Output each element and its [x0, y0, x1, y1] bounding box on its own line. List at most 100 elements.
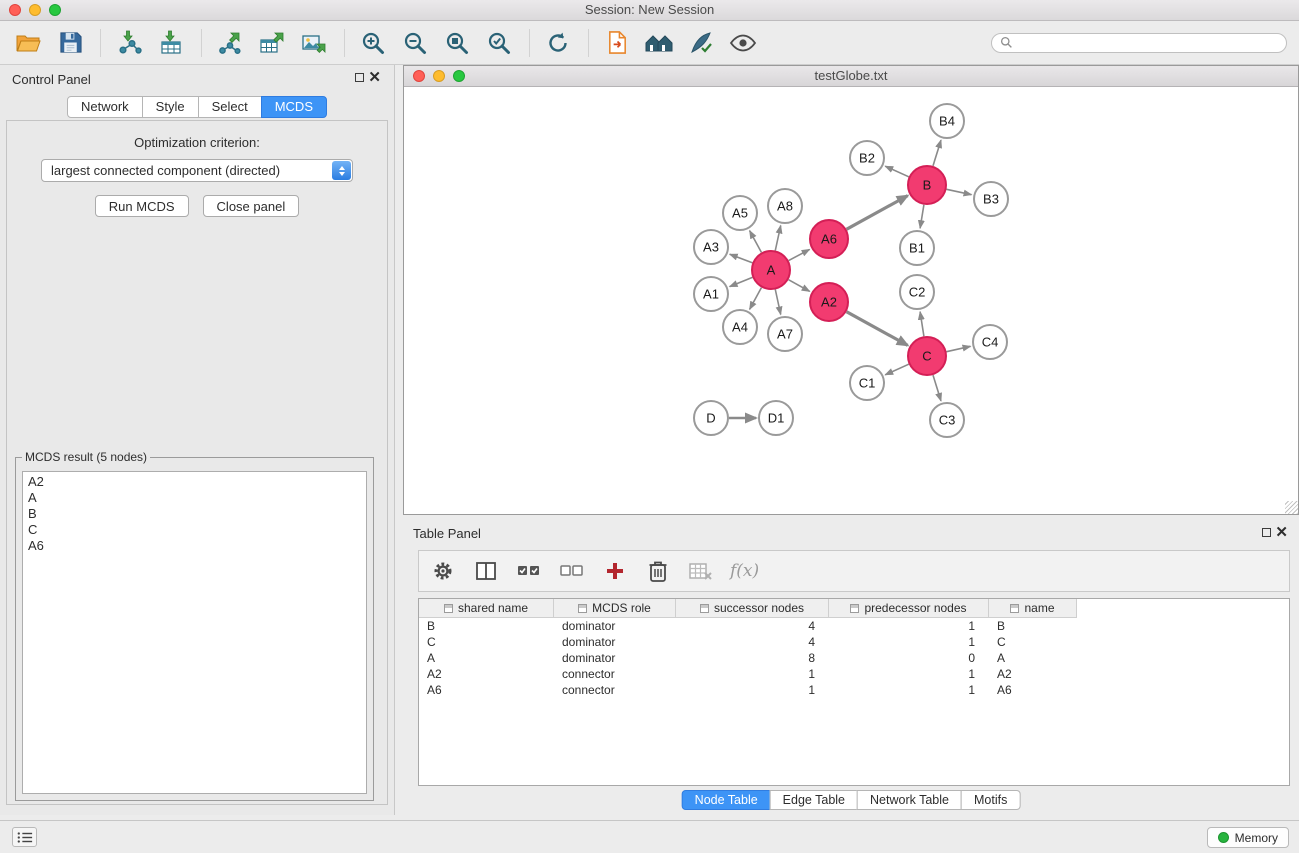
mcds-result-item[interactable]: C [28, 522, 361, 538]
table-cell[interactable]: 4 [676, 618, 829, 634]
column-header-predecessor-nodes[interactable]: predecessor nodes [829, 599, 989, 618]
graph-node-A4[interactable]: A4 [723, 310, 757, 344]
select-all-button[interactable] [515, 557, 543, 585]
graph-node-B2[interactable]: B2 [850, 141, 884, 175]
graph-node-B4[interactable]: B4 [930, 104, 964, 138]
graph-edge-B-B4[interactable] [933, 140, 941, 166]
table-cell[interactable]: B [419, 618, 554, 634]
import-table-button[interactable] [153, 25, 189, 61]
graph-edge-B-B2[interactable] [885, 166, 909, 177]
table-cell[interactable]: connector [554, 666, 676, 682]
table-row[interactable]: A2connector11A2 [419, 666, 1289, 682]
zoom-network-window-button[interactable] [453, 70, 465, 82]
graph-node-B1[interactable]: B1 [900, 231, 934, 265]
table-row[interactable]: Bdominator41B [419, 618, 1289, 634]
table-cell[interactable]: 1 [676, 666, 829, 682]
graph-node-D[interactable]: D [694, 401, 728, 435]
table-row[interactable]: Cdominator41C [419, 634, 1289, 650]
table-cell[interactable]: B [989, 618, 1077, 634]
table-cell[interactable]: C [989, 634, 1077, 650]
graph-node-A2[interactable]: A2 [810, 283, 848, 321]
graph-edge-B-B1[interactable] [920, 205, 924, 228]
graph-edge-A2-C[interactable] [847, 312, 908, 346]
graph-node-C2[interactable]: C2 [900, 275, 934, 309]
table-cell[interactable]: A6 [419, 682, 554, 698]
table-row[interactable]: Adominator80A [419, 650, 1289, 666]
minimize-network-window-button[interactable] [433, 70, 445, 82]
criterion-dropdown[interactable]: largest connected component (directed) [41, 159, 353, 182]
graph-node-A1[interactable]: A1 [694, 277, 728, 311]
show-columns-button[interactable] [472, 557, 500, 585]
table-cell[interactable]: 4 [676, 634, 829, 650]
graph-edge-A-A1[interactable] [730, 277, 753, 286]
network-canvas[interactable]: B4B2BB3A5A8A6A3B1AC2A1A2A4A7C4CC1C3DD1 [404, 88, 1298, 514]
table-cell[interactable]: dominator [554, 618, 676, 634]
table-cell[interactable]: 1 [829, 682, 989, 698]
table-cell[interactable]: A2 [989, 666, 1077, 682]
graph-edge-C-C2[interactable] [920, 312, 924, 336]
table-cell[interactable]: C [419, 634, 554, 650]
graph-node-A7[interactable]: A7 [768, 317, 802, 351]
graph-edge-A-A7[interactable] [775, 290, 780, 315]
show-details-button[interactable] [725, 25, 761, 61]
mcds-result-item[interactable]: A2 [28, 474, 361, 490]
zoom-in-button[interactable] [355, 25, 391, 61]
control-panel-close-icon[interactable]: ✕ [368, 69, 381, 87]
import-network-button[interactable] [111, 25, 147, 61]
graph-edge-A-A6[interactable] [789, 249, 810, 260]
graph-edge-C-C1[interactable] [885, 364, 909, 375]
table-cell[interactable]: dominator [554, 634, 676, 650]
run-mcds-button[interactable]: Run MCDS [95, 195, 189, 217]
table-cell[interactable]: 8 [676, 650, 829, 666]
zoom-selected-button[interactable] [481, 25, 517, 61]
graph-edge-A6-B[interactable] [847, 196, 908, 230]
function-builder-button[interactable]: f(x) [730, 557, 759, 585]
tab-style[interactable]: Style [142, 96, 199, 118]
home-button[interactable] [641, 25, 677, 61]
graph-node-C1[interactable]: C1 [850, 366, 884, 400]
refresh-button[interactable] [540, 25, 576, 61]
graph-edge-A-A4[interactable] [750, 288, 762, 310]
tab-network-table[interactable]: Network Table [857, 790, 962, 810]
task-history-button[interactable] [12, 827, 37, 847]
mcds-result-item[interactable]: A [28, 490, 361, 506]
zoom-fit-button[interactable] [439, 25, 475, 61]
column-header-MCDS-role[interactable]: MCDS role [554, 599, 676, 618]
network-graph[interactable]: B4B2BB3A5A8A6A3B1AC2A1A2A4A7C4CC1C3DD1 [404, 88, 1298, 514]
export-network-button[interactable] [212, 25, 248, 61]
delete-table-button[interactable] [687, 557, 715, 585]
table-panel-float-icon[interactable] [1262, 528, 1271, 537]
delete-row-button[interactable] [644, 557, 672, 585]
zoom-out-button[interactable] [397, 25, 433, 61]
export-image-button[interactable] [296, 25, 332, 61]
graph-node-C4[interactable]: C4 [973, 325, 1007, 359]
mcds-result-item[interactable]: A6 [28, 538, 361, 554]
graph-edge-A-A2[interactable] [789, 280, 810, 292]
graph-node-A[interactable]: A [752, 251, 790, 289]
graph-node-A6[interactable]: A6 [810, 220, 848, 258]
table-cell[interactable]: connector [554, 682, 676, 698]
column-header-name[interactable]: name [989, 599, 1077, 618]
table-options-button[interactable] [429, 557, 457, 585]
graph-node-B3[interactable]: B3 [974, 182, 1008, 216]
memory-button[interactable]: Memory [1207, 827, 1289, 848]
graph-node-A5[interactable]: A5 [723, 196, 757, 230]
control-panel-float-icon[interactable] [355, 73, 364, 82]
close-network-window-button[interactable] [413, 70, 425, 82]
close-window-button[interactable] [9, 4, 21, 16]
tab-network[interactable]: Network [67, 96, 143, 118]
graph-edge-C-C4[interactable] [947, 346, 971, 351]
table-cell[interactable]: A6 [989, 682, 1077, 698]
export-table-button[interactable] [254, 25, 290, 61]
tab-edge-table[interactable]: Edge Table [770, 790, 858, 810]
column-header-shared-name[interactable]: shared name [419, 599, 554, 618]
mcds-result-item[interactable]: B [28, 506, 361, 522]
network-file-button[interactable] [599, 25, 635, 61]
add-row-button[interactable] [601, 557, 629, 585]
column-header-successor-nodes[interactable]: successor nodes [676, 599, 829, 618]
resize-grip[interactable] [1285, 501, 1298, 514]
zoom-window-button[interactable] [49, 4, 61, 16]
table-cell[interactable]: 1 [829, 618, 989, 634]
graph-node-C3[interactable]: C3 [930, 403, 964, 437]
table-cell[interactable]: 1 [829, 666, 989, 682]
